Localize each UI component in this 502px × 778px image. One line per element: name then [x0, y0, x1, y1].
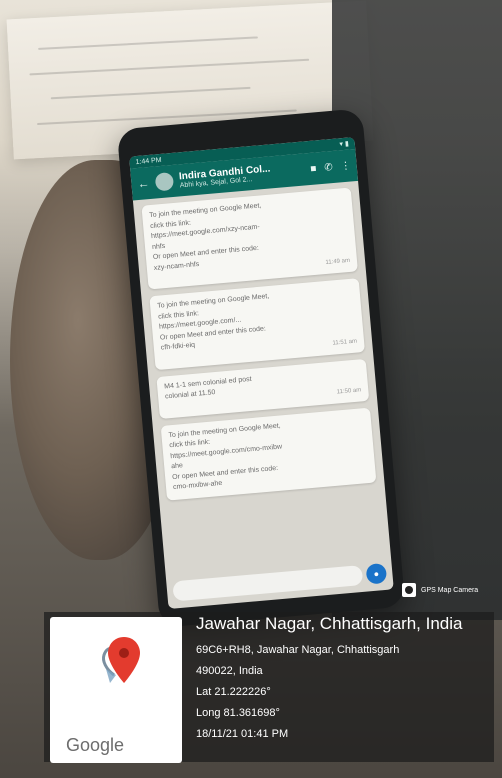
address-line-1: 69C6+RH8, Jawahar Nagar, Chhattisgarh — [196, 644, 400, 656]
group-avatar[interactable] — [154, 171, 175, 192]
voice-call-icon[interactable]: ✆ — [324, 162, 333, 174]
video-call-icon[interactable]: ■ — [310, 163, 317, 174]
status-icons: ▾ ▮ — [339, 140, 350, 149]
map-thumbnail: Google — [50, 617, 182, 763]
longitude: Long 81.361698° — [196, 707, 280, 719]
date-time: 18/11/21 01:41 PM — [196, 728, 289, 740]
message-input[interactable] — [172, 564, 364, 602]
chat-titles[interactable]: Indira Gandhi Col... Abhi kya, Sejal, Go… — [179, 160, 306, 189]
message-bubble[interactable]: To join the meeting on Google Meet, clic… — [160, 407, 377, 501]
location-title: Jawahar Nagar, Chhattisgarh, India — [196, 614, 463, 633]
menu-dots-icon[interactable]: ⋮ — [340, 160, 351, 172]
gps-badge-label: GPS Map Camera — [421, 586, 479, 594]
gps-map-camera-badge: GPS Map Camera — [402, 583, 478, 597]
chat-messages: To join the meeting on Google Meet, clic… — [133, 181, 385, 507]
message-bubble[interactable]: To join the meeting on Google Meet, clic… — [149, 278, 365, 370]
back-arrow-icon[interactable]: ← — [137, 176, 150, 191]
status-time: 1:44 PM — [135, 156, 162, 166]
message-bubble[interactable]: To join the meeting on Google Meet, clic… — [141, 187, 358, 290]
latitude: Lat 21.222226° — [196, 686, 271, 698]
map-pin-icon — [102, 637, 140, 683]
message-input-row: ● — [172, 562, 388, 603]
mic-icon[interactable]: ● — [365, 562, 388, 585]
phone-screen: 1:44 PM ▾ ▮ ← Indira Gandhi Col... Abhi … — [129, 136, 394, 609]
smartphone: 1:44 PM ▾ ▮ ← Indira Gandhi Col... Abhi … — [116, 108, 406, 628]
address-line-2: 490022, India — [196, 665, 263, 677]
chat-actions: ■ ✆ ⋮ — [310, 160, 351, 174]
camera-icon — [402, 583, 416, 597]
location-info: Jawahar Nagar, Chhattisgarh, India 69C6+… — [196, 614, 496, 745]
google-logo: Google — [66, 735, 125, 755]
